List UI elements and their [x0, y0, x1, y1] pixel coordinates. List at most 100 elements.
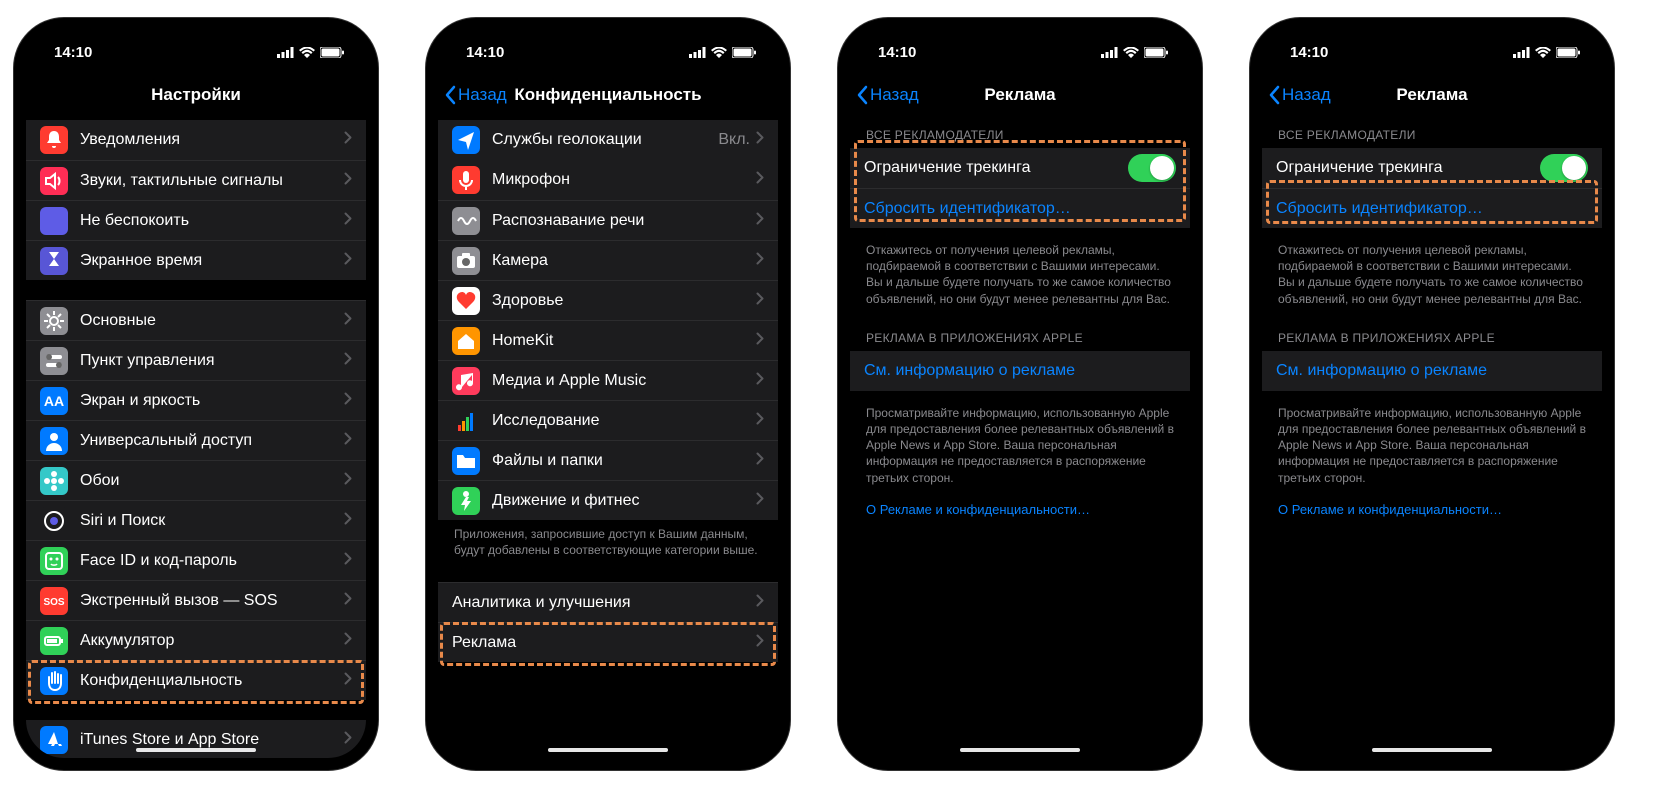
toggle-switch[interactable]	[1540, 154, 1588, 182]
content[interactable]: УведомленияЗвуки, тактильные сигналы Не б…	[26, 116, 366, 758]
settings-row[interactable]: Реклама	[438, 622, 778, 662]
settings-row[interactable]: Движение и фитнес	[438, 480, 778, 520]
content[interactable]: ВСЕ РЕКЛАМОДАТЕЛИ Ограничение трекинга С…	[850, 116, 1190, 758]
cell-label: Не беспокоить	[80, 212, 344, 230]
back-label: Назад	[870, 85, 919, 105]
nav-title: Реклама	[1396, 85, 1467, 105]
notch	[1347, 30, 1517, 56]
settings-row[interactable]: SOS Экстренный вызов — SOS	[26, 580, 366, 620]
status-time: 14:10	[878, 44, 916, 61]
cell-label: Siri и Поиск	[80, 512, 344, 530]
settings-group-a: УведомленияЗвуки, тактильные сигналы Не б…	[26, 120, 366, 280]
screen: 14:10 Назад Реклама ВСЕ РЕКЛАМОДАТЕЛИ Ог…	[850, 30, 1190, 758]
home-indicator[interactable]	[960, 748, 1080, 752]
cell-label: Сбросить идентификатор…	[864, 200, 1176, 218]
settings-row[interactable]: Основные	[26, 300, 366, 340]
chevron-right-icon	[344, 731, 352, 749]
fitness-icon	[452, 487, 480, 515]
limit-ad-tracking-row[interactable]: Ограничение трекинга	[850, 148, 1190, 188]
settings-row[interactable]: Службы геолокацииВкл.	[438, 120, 778, 160]
signal-icon	[277, 47, 294, 58]
settings-row[interactable]: Пункт управления	[26, 340, 366, 380]
settings-group-c: iTunes Store и App StoreWallet и Apple P…	[26, 720, 366, 758]
appstore-icon	[40, 726, 68, 754]
home-indicator[interactable]	[548, 748, 668, 752]
settings-row[interactable]: Face ID и код-пароль	[26, 540, 366, 580]
group-footer: Приложения, запросившие доступ к Вашим д…	[438, 520, 778, 562]
cell-label: См. информацию о рекламе	[864, 362, 1176, 380]
settings-row[interactable]: Микрофон	[438, 160, 778, 200]
chevron-left-icon	[1268, 85, 1280, 105]
signal-icon	[689, 47, 706, 58]
signal-icon	[1101, 47, 1118, 58]
battery-icon	[732, 47, 756, 58]
about-ads-link[interactable]: О Рекламе и конфиденциальности…	[1262, 490, 1602, 529]
settings-row[interactable]: Конфиденциальность	[26, 660, 366, 700]
folder-icon	[452, 447, 480, 475]
reset-identifier-row[interactable]: Сбросить идентификатор…	[850, 188, 1190, 228]
back-label: Назад	[1282, 85, 1331, 105]
settings-row[interactable]: Здоровье	[438, 280, 778, 320]
home-indicator[interactable]	[136, 748, 256, 752]
section-header: РЕКЛАМА В ПРИЛОЖЕНИЯХ APPLE	[850, 323, 1190, 351]
settings-row[interactable]: Распознавание речи	[438, 200, 778, 240]
content[interactable]: Службы геолокацииВкл. МикрофонРаспознава…	[438, 116, 778, 758]
svg-text:AA: AA	[44, 393, 64, 409]
back-button[interactable]: Назад	[1268, 85, 1331, 105]
chevron-right-icon	[756, 412, 764, 430]
settings-row[interactable]: Обои	[26, 460, 366, 500]
limit-ad-tracking-row[interactable]: Ограничение трекинга	[1262, 148, 1602, 188]
reset-identifier-row[interactable]: Сбросить идентификатор…	[1262, 188, 1602, 228]
settings-row[interactable]: Универсальный доступ	[26, 420, 366, 460]
cell-label: Экранное время	[80, 252, 344, 270]
chevron-right-icon	[756, 372, 764, 390]
settings-row[interactable]: Исследование	[438, 400, 778, 440]
battery-icon	[320, 47, 344, 58]
screen: 14:10 Назад Конфиденциальность Службы ге…	[438, 30, 778, 758]
ads-group-2: См. информацию о рекламе	[1262, 351, 1602, 391]
homekit-icon	[452, 327, 480, 355]
sos-icon: SOS	[40, 587, 68, 615]
notch	[523, 30, 693, 56]
ad-info-row[interactable]: См. информацию о рекламе	[850, 351, 1190, 391]
settings-row[interactable]: Файлы и папки	[438, 440, 778, 480]
cell-value: Вкл.	[718, 131, 750, 149]
cell-label: Экстренный вызов — SOS	[80, 592, 344, 610]
settings-row[interactable]: HomeKit	[438, 320, 778, 360]
settings-row[interactable]: Siri и Поиск	[26, 500, 366, 540]
chevron-left-icon	[856, 85, 868, 105]
settings-row[interactable]: Уведомления	[26, 120, 366, 160]
phone-3: 14:10 Назад Реклама ВСЕ РЕКЛАМОДАТЕЛИ Ог…	[838, 18, 1202, 770]
privacy-group-b: Аналитика и улучшения Реклама	[438, 582, 778, 662]
ad-info-row[interactable]: См. информацию о рекламе	[1262, 351, 1602, 391]
home-indicator[interactable]	[1372, 748, 1492, 752]
settings-row[interactable]: Звуки, тактильные сигналы	[26, 160, 366, 200]
cell-label: См. информацию о рекламе	[1276, 362, 1588, 380]
content[interactable]: ВСЕ РЕКЛАМОДАТЕЛИ Ограничение трекинга С…	[1262, 116, 1602, 758]
settings-row[interactable]: Медиа и Apple Music	[438, 360, 778, 400]
about-ads-link[interactable]: О Рекламе и конфиденциальности…	[850, 490, 1190, 529]
cell-label: Исследование	[492, 412, 756, 430]
settings-row[interactable]: AAЭкран и яркость	[26, 380, 366, 420]
status-time: 14:10	[1290, 44, 1328, 61]
chevron-right-icon	[756, 452, 764, 470]
settings-row[interactable]: iTunes Store и App Store	[26, 720, 366, 758]
camera-icon	[452, 247, 480, 275]
cell-label: Ограничение трекинга	[864, 159, 1128, 177]
cell-label: Обои	[80, 472, 344, 490]
cell-label: Реклама	[452, 634, 756, 652]
settings-row[interactable]: Аккумулятор	[26, 620, 366, 660]
moon-icon	[40, 207, 68, 235]
flower-icon	[40, 467, 68, 495]
settings-row[interactable]: Камера	[438, 240, 778, 280]
settings-row[interactable]: Не беспокоить	[26, 200, 366, 240]
cell-label: Файлы и папки	[492, 452, 756, 470]
settings-row[interactable]: Экранное время	[26, 240, 366, 280]
toggle-switch[interactable]	[1128, 154, 1176, 182]
cell-label: Face ID и код-пароль	[80, 552, 344, 570]
cell-label: iTunes Store и App Store	[80, 731, 344, 749]
settings-row[interactable]: Аналитика и улучшения	[438, 582, 778, 622]
cell-label: Универсальный доступ	[80, 432, 344, 450]
back-button[interactable]: Назад	[856, 85, 919, 105]
back-button[interactable]: Назад	[444, 85, 507, 105]
